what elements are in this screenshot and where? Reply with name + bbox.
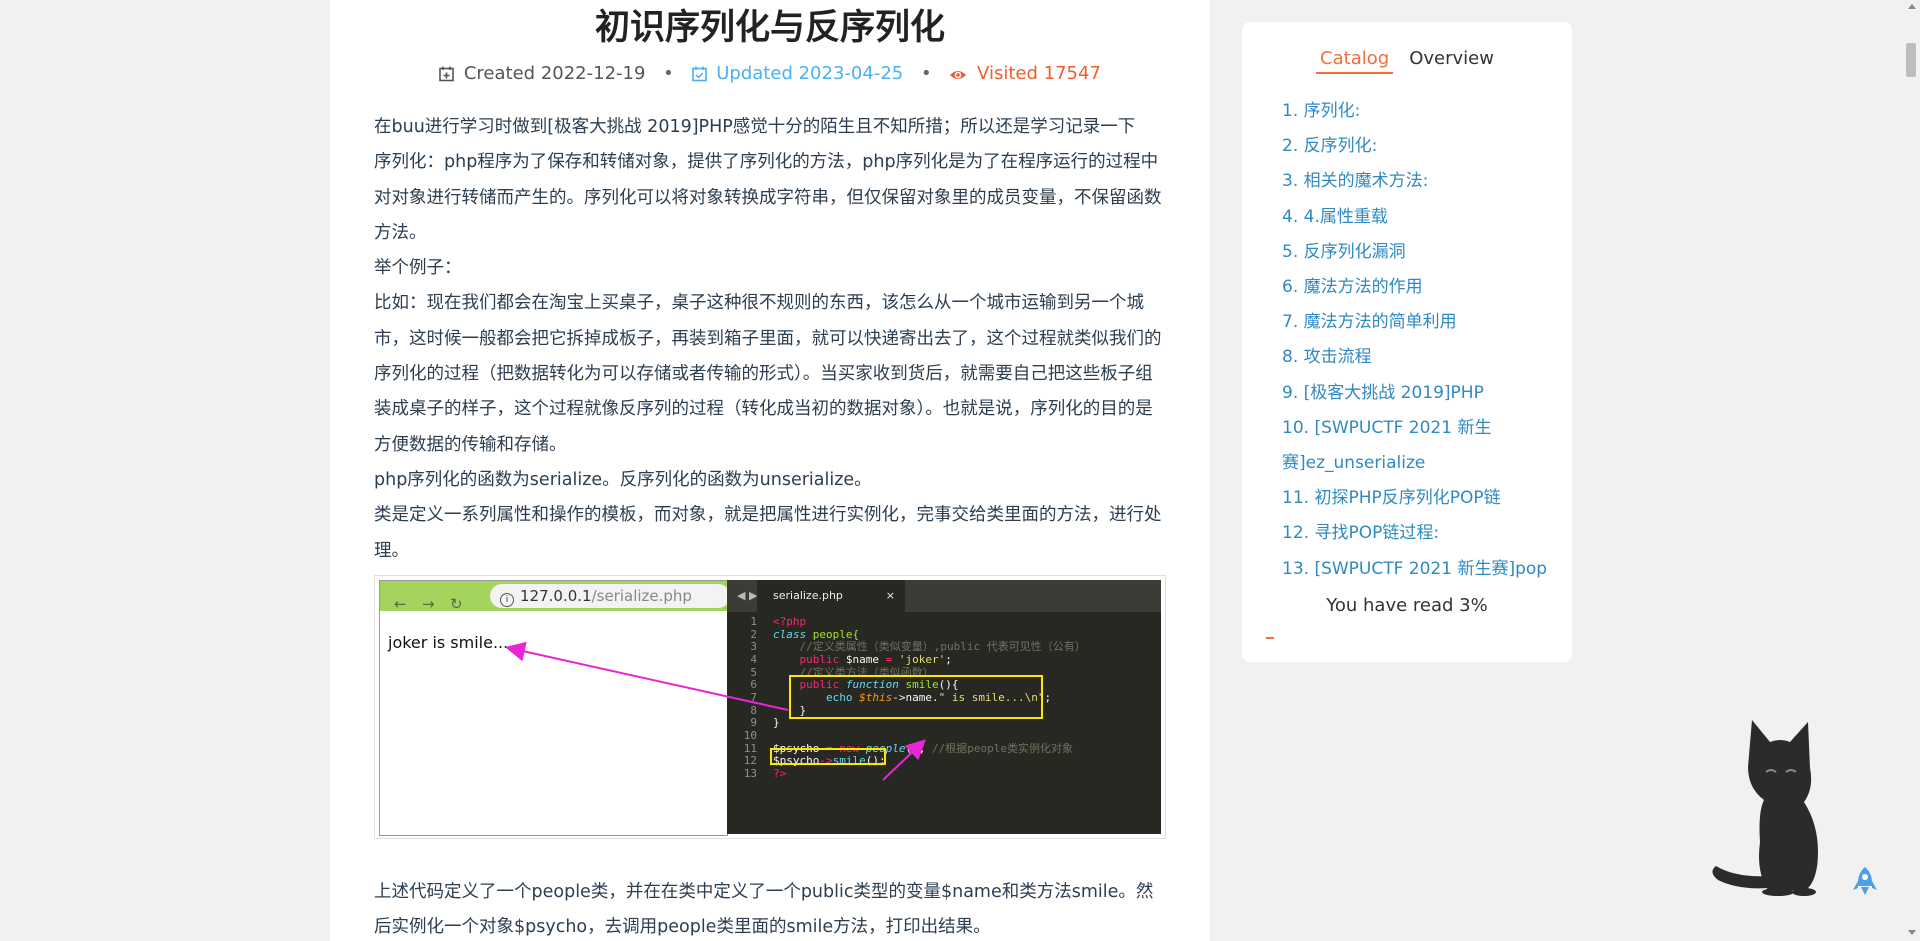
scroll-down-arrow-icon[interactable] [1908,930,1916,935]
paragraph: 类是定义一系列属性和操作的模板，而对象，就是把属性进行实例化，完事交给类里面的方… [374,505,1162,561]
updated-label: Updated [716,63,793,84]
scroll-up-arrow-icon[interactable] [1908,4,1916,9]
meta-separator: • [663,63,674,84]
toc-item[interactable]: 4. 4.属性重载 [1282,200,1562,235]
toc-item[interactable]: 13. [SWPUCTF 2021 新生赛]pop [1282,552,1562,587]
toc-item[interactable]: 9. [极客大挑战 2019]PHP [1282,376,1562,411]
toc-item[interactable]: 3. 相关的魔术方法: [1282,164,1562,199]
toc-list: 1. 序列化: 2. 反序列化: 3. 相关的魔术方法: 4. 4.属性重载 5… [1242,94,1562,587]
cat-mascot[interactable] [1708,712,1848,896]
paragraph: 举个例子： [374,258,462,279]
paragraph: php序列化的函数为serialize。反序列化的函数为unserialize。 [374,469,872,490]
visited-meta: Visited 17547 [949,60,1101,88]
tab-overview[interactable]: Overview [1405,48,1498,72]
code-screenshot-figure[interactable]: ← → ↻ i 127.0.0.1/serialize.php joker is … [374,574,1166,839]
paragraph: 序列化：php程序为了保存和转储对象，提供了序列化的方法，php序列化是为了在程… [374,152,1162,243]
updated-meta: Updated 2023-04-25 [691,60,904,88]
article-card: 初识序列化与反序列化 Created 2022-12-19 • Updated … [330,0,1210,941]
toc-item[interactable]: 1. 序列化: [1282,94,1562,129]
post-meta: Created 2022-12-19 • Updated 2023-04-25 … [330,60,1210,88]
reading-progress-text: You have read 3% [1326,594,1488,616]
arrow-to-method [882,739,926,781]
post-title: 初识序列化与反序列化 [594,8,945,48]
toc-sidebar: Catalog Overview 1. 序列化: 2. 反序列化: 3. 相关的魔… [1242,22,1572,662]
arrow-to-output [505,641,789,711]
toc-item[interactable]: 2. 反序列化: [1282,129,1562,164]
visited-count: 17547 [1043,63,1101,84]
meta-separator: • [920,63,932,84]
eye-icon [950,71,967,79]
created-date: 2022-12-19 [540,63,646,84]
toc-item[interactable]: 10. [SWPUCTF 2021 新生赛]ez_unserialize [1282,411,1562,481]
visited-label: Visited [977,63,1038,84]
toc-item[interactable]: 12. 寻找POP链过程: [1282,516,1562,551]
scrollbar-thumb[interactable] [1906,43,1916,77]
reading-progress-bar [1266,637,1274,639]
calendar-check-icon [691,66,707,82]
toc-item[interactable]: 11. 初探PHP反序列化POP链 [1282,481,1562,516]
sidebar-tabs: Catalog Overview [1242,48,1572,74]
post-content: 在buu进行学习时做到[极客大挑战 2019]PHP感觉十分的陌生且不知所措；所… [374,110,1168,941]
toc-item[interactable]: 8. 攻击流程 [1282,340,1562,375]
calendar-plus-icon [439,66,454,82]
created-meta: Created 2022-12-19 [439,60,645,88]
toc-item[interactable]: 6. 魔法方法的作用 [1282,270,1562,305]
updated-date: 2023-04-25 [798,63,904,84]
paragraph: 在buu进行学习时做到[极客大挑战 2019]PHP感觉十分的陌生且不知所措；所… [374,117,1136,137]
annotation-arrows [505,641,926,781]
toc-item[interactable]: 5. 反序列化漏洞 [1282,235,1562,270]
paragraph: 上述代码定义了一个people类，并在在类中定义了一个public类型的变量$n… [374,881,1154,938]
tab-catalog[interactable]: Catalog [1316,48,1394,74]
paragraph: 比如：现在我们都会在淘宝上买桌子，桌子这种很不规则的东西，该怎么从一个城市运输到… [374,293,1162,455]
rocket-icon[interactable] [1852,866,1878,896]
created-label: Created [463,63,536,84]
toc-item[interactable]: 7. 魔法方法的简单利用 [1282,305,1562,340]
